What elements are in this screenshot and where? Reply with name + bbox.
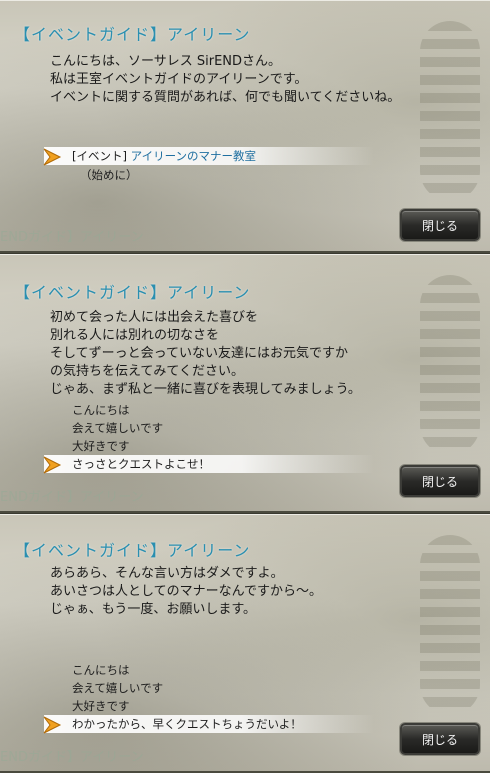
dialog-title: 【イベントガイド】アイリーン — [14, 541, 251, 560]
option-label: アイリーンのマナー教室 — [130, 149, 256, 163]
close-button[interactable]: 閉じる — [400, 209, 480, 241]
option-hello[interactable]: こんにちは — [44, 661, 374, 679]
option-label: わかったから、早くクエストちょうだいよ！ — [72, 717, 302, 731]
dialog-message: あらあら、そんな言い方はダメですよ。 あいさつは人としてのマナーなんですから〜。… — [50, 565, 322, 619]
background-ghost-text: ENDガイド】アイリーン — [0, 230, 144, 245]
message-line: あいさつは人としてのマナーなんですから〜。 — [50, 584, 322, 599]
dialog-message: 初めて会った人には出会えた喜びを 別れる人には別れの切なさを そしてずーっと会っ… — [50, 309, 361, 399]
background-ornament — [420, 535, 480, 715]
dialog-message: こんにちは、ソーサレス SirENDさん。 私は王室イベントガイドのアイリーンで… — [50, 53, 400, 107]
message-line: あらあら、そんな言い方はダメですよ。 — [50, 566, 284, 581]
background-ornament — [420, 21, 480, 201]
dialog-title: 【イベントガイド】アイリーン — [14, 283, 251, 302]
selection-arrow-icon — [43, 456, 62, 474]
dialog-options: [イベント] アイリーンのマナー教室 — [43, 147, 374, 166]
option-sub-label: （始めに） — [80, 168, 138, 182]
option-give-quest[interactable]: さっさとクエストよこせ！ — [43, 455, 374, 474]
dialog-options: こんにちは 会えて嬉しいです 大好きです さっさとクエストよこせ！ — [43, 401, 374, 474]
background-ghost-text: ENDガイド】アイリーン — [0, 750, 144, 765]
message-line: こんにちは、ソーサレス SirENDさん。 — [50, 54, 282, 69]
dialog-panel-1: ENDガイド】アイリーン 【イベントガイド】アイリーン こんにちは、ソーサレス … — [0, 0, 490, 253]
option-glad-to-meet[interactable]: 会えて嬉しいです — [44, 419, 374, 437]
message-line: 初めて会った人には出会えた喜びを — [50, 310, 259, 325]
message-line: じゃあ、まず私と一緒に喜びを表現してみましょう。 — [50, 382, 361, 397]
close-button[interactable]: 閉じる — [400, 723, 480, 755]
close-button[interactable]: 閉じる — [400, 465, 480, 497]
selection-arrow-icon — [43, 148, 62, 166]
background-ornament — [420, 275, 480, 455]
option-event-manner-class[interactable]: [イベント] アイリーンのマナー教室 — [43, 147, 374, 166]
dialog-panel-3: ENDガイド】アイリーン 【イベントガイド】アイリーン あらあら、そんな言い方は… — [0, 514, 490, 773]
message-line: そしてずーっと会っていない友達にはお元気ですか — [50, 346, 348, 361]
message-line: じゃぁ、もう一度、お願いします。 — [50, 602, 257, 617]
option-love-you[interactable]: 大好きです — [44, 697, 374, 715]
dialog-options: こんにちは 会えて嬉しいです 大好きです わかったから、早くクエストちょうだいよ… — [43, 661, 374, 734]
option-glad-to-meet[interactable]: 会えて嬉しいです — [44, 679, 374, 697]
message-line: 私は王室イベントガイドのアイリーンです。 — [50, 72, 308, 87]
message-line: イベントに関する質問があれば、何でも聞いてくださいね。 — [50, 90, 401, 105]
option-label: さっさとクエストよこせ！ — [72, 457, 210, 471]
dialog-title: 【イベントガイド】アイリーン — [14, 25, 251, 44]
background-ghost-text: ENDガイド】アイリーン — [0, 490, 144, 505]
selection-arrow-icon — [43, 716, 62, 734]
option-love-you[interactable]: 大好きです — [44, 437, 374, 455]
message-line: の気持ちを伝えてみてください。 — [50, 364, 244, 379]
dialog-panel-2: ENDガイド】アイリーン 【イベントガイド】アイリーン 初めて会った人には出会え… — [0, 254, 490, 513]
option-prefix: [イベント] — [72, 149, 127, 163]
option-hello[interactable]: こんにちは — [44, 401, 374, 419]
message-line: 別れる人には別れの切なさを — [50, 328, 220, 343]
option-quest-please[interactable]: わかったから、早くクエストちょうだいよ！ — [43, 715, 374, 734]
